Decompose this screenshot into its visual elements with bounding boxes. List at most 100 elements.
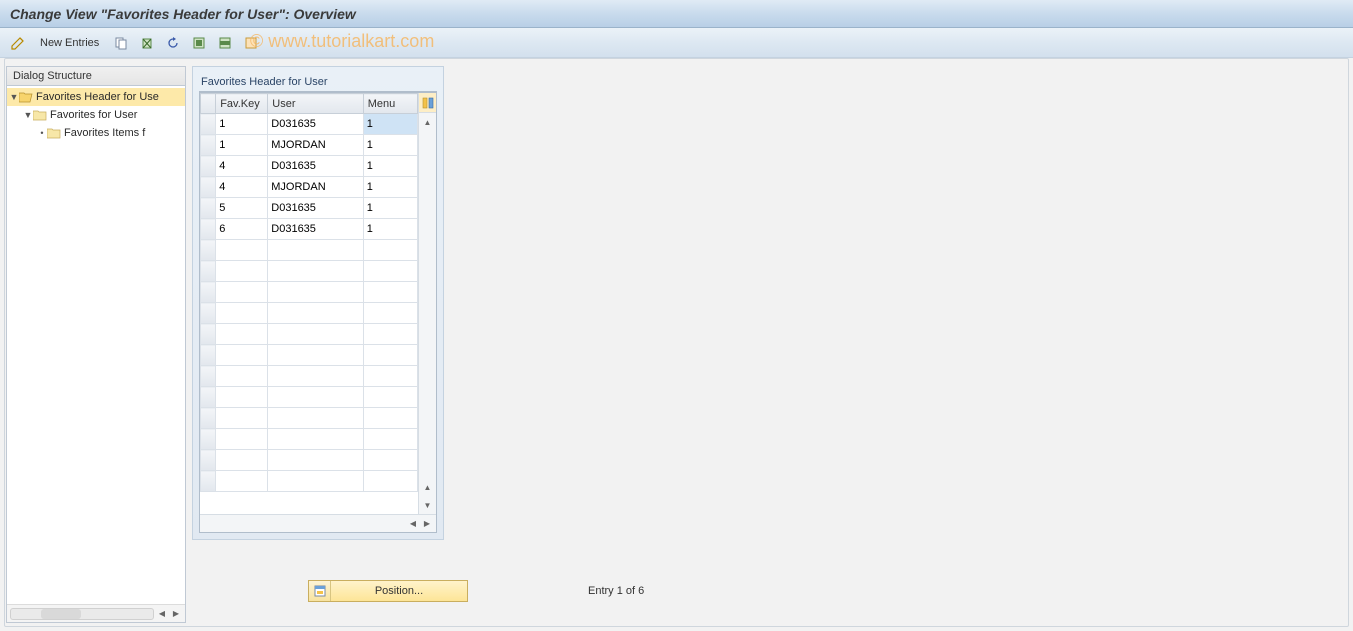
cell-user[interactable] <box>268 387 362 407</box>
row-selector[interactable] <box>201 387 216 408</box>
row-selector[interactable] <box>201 198 216 219</box>
cell-key[interactable] <box>216 303 267 323</box>
cell-menu[interactable] <box>364 366 417 386</box>
cell-key[interactable] <box>216 261 267 281</box>
tree-toggle-icon[interactable]: ▼ <box>9 92 19 102</box>
cell-user[interactable] <box>268 177 362 197</box>
cell-menu[interactable] <box>364 471 417 491</box>
row-selector[interactable] <box>201 177 216 198</box>
col-menu[interactable]: Menu <box>363 94 417 114</box>
cell-user[interactable] <box>268 261 362 281</box>
cell-key[interactable] <box>216 156 267 176</box>
row-select-header[interactable] <box>201 94 216 114</box>
row-selector[interactable] <box>201 408 216 429</box>
cell-key[interactable] <box>216 135 267 155</box>
cell-menu[interactable] <box>364 345 417 365</box>
cell-menu[interactable] <box>364 114 417 134</box>
tree-hscrollbar[interactable]: ◀ ▶ <box>7 604 185 622</box>
cell-user[interactable] <box>268 135 362 155</box>
cell-menu[interactable] <box>364 429 417 449</box>
copy-icon[interactable] <box>111 33 131 53</box>
cell-menu[interactable] <box>364 303 417 323</box>
scroll-left-icon[interactable]: ◀ <box>407 516 419 532</box>
scroll-up-icon[interactable]: ▲ <box>419 478 437 496</box>
scroll-right-icon[interactable]: ▶ <box>421 516 433 532</box>
cell-user[interactable] <box>268 324 362 344</box>
delete-icon[interactable] <box>137 33 157 53</box>
cell-menu[interactable] <box>364 177 417 197</box>
cell-menu[interactable] <box>364 219 417 239</box>
cell-key[interactable] <box>216 282 267 302</box>
row-selector[interactable] <box>201 450 216 471</box>
cell-key[interactable] <box>216 324 267 344</box>
row-selector[interactable] <box>201 114 216 135</box>
row-selector[interactable] <box>201 219 216 240</box>
cell-menu[interactable] <box>364 324 417 344</box>
cell-key[interactable] <box>216 198 267 218</box>
cell-key[interactable] <box>216 471 267 491</box>
cell-key[interactable] <box>216 387 267 407</box>
select-block-icon[interactable] <box>215 33 235 53</box>
cell-key[interactable] <box>216 114 267 134</box>
position-button[interactable]: Position... <box>308 580 468 602</box>
cell-key[interactable] <box>216 408 267 428</box>
cell-user[interactable] <box>268 198 362 218</box>
row-selector[interactable] <box>201 429 216 450</box>
row-selector[interactable] <box>201 261 216 282</box>
tree-node-favorites-header[interactable]: ▼ Favorites Header for Use <box>7 88 185 106</box>
col-favkey[interactable]: Fav.Key <box>216 94 268 114</box>
cell-user[interactable] <box>268 345 362 365</box>
row-selector[interactable] <box>201 240 216 261</box>
select-all-icon[interactable] <box>189 33 209 53</box>
cell-menu[interactable] <box>364 135 417 155</box>
row-selector[interactable] <box>201 366 216 387</box>
cell-menu[interactable] <box>364 198 417 218</box>
undo-icon[interactable] <box>163 33 183 53</box>
cell-menu[interactable] <box>364 387 417 407</box>
grid-hscrollbar[interactable]: ◀ ▶ <box>200 514 436 532</box>
table-settings-icon[interactable] <box>419 93 437 113</box>
toggle-change-icon[interactable] <box>8 33 28 53</box>
row-selector[interactable] <box>201 345 216 366</box>
cell-user[interactable] <box>268 429 362 449</box>
cell-user[interactable] <box>268 240 362 260</box>
scroll-up-icon[interactable]: ▲ <box>419 113 437 131</box>
cell-key[interactable] <box>216 345 267 365</box>
cell-key[interactable] <box>216 219 267 239</box>
cell-user[interactable] <box>268 450 362 470</box>
scroll-left-icon[interactable]: ◀ <box>156 606 168 622</box>
cell-user[interactable] <box>268 114 362 134</box>
cell-menu[interactable] <box>364 261 417 281</box>
deselect-all-icon[interactable] <box>241 33 261 53</box>
row-selector[interactable] <box>201 324 216 345</box>
cell-menu[interactable] <box>364 156 417 176</box>
cell-user[interactable] <box>268 282 362 302</box>
tree-toggle-icon[interactable]: ▼ <box>23 110 33 120</box>
grid-vscrollbar[interactable]: ▲ ▲ ▼ <box>418 93 436 514</box>
scroll-down-icon[interactable]: ▼ <box>419 496 437 514</box>
tree-node-favorites-items[interactable]: • Favorites Items f <box>7 124 185 142</box>
row-selector[interactable] <box>201 156 216 177</box>
row-selector[interactable] <box>201 471 216 492</box>
cell-menu[interactable] <box>364 450 417 470</box>
tree-node-favorites-user[interactable]: ▼ Favorites for User <box>7 106 185 124</box>
cell-user[interactable] <box>268 408 362 428</box>
cell-user[interactable] <box>268 366 362 386</box>
col-user[interactable]: User <box>268 94 363 114</box>
cell-menu[interactable] <box>364 408 417 428</box>
cell-menu[interactable] <box>364 240 417 260</box>
scroll-right-icon[interactable]: ▶ <box>170 606 182 622</box>
row-selector[interactable] <box>201 282 216 303</box>
cell-key[interactable] <box>216 366 267 386</box>
cell-key[interactable] <box>216 429 267 449</box>
cell-user[interactable] <box>268 219 362 239</box>
cell-key[interactable] <box>216 450 267 470</box>
cell-menu[interactable] <box>364 282 417 302</box>
cell-user[interactable] <box>268 471 362 491</box>
cell-key[interactable] <box>216 240 267 260</box>
row-selector[interactable] <box>201 303 216 324</box>
cell-user[interactable] <box>268 156 362 176</box>
cell-key[interactable] <box>216 177 267 197</box>
new-entries-button[interactable]: New Entries <box>34 33 105 53</box>
row-selector[interactable] <box>201 135 216 156</box>
